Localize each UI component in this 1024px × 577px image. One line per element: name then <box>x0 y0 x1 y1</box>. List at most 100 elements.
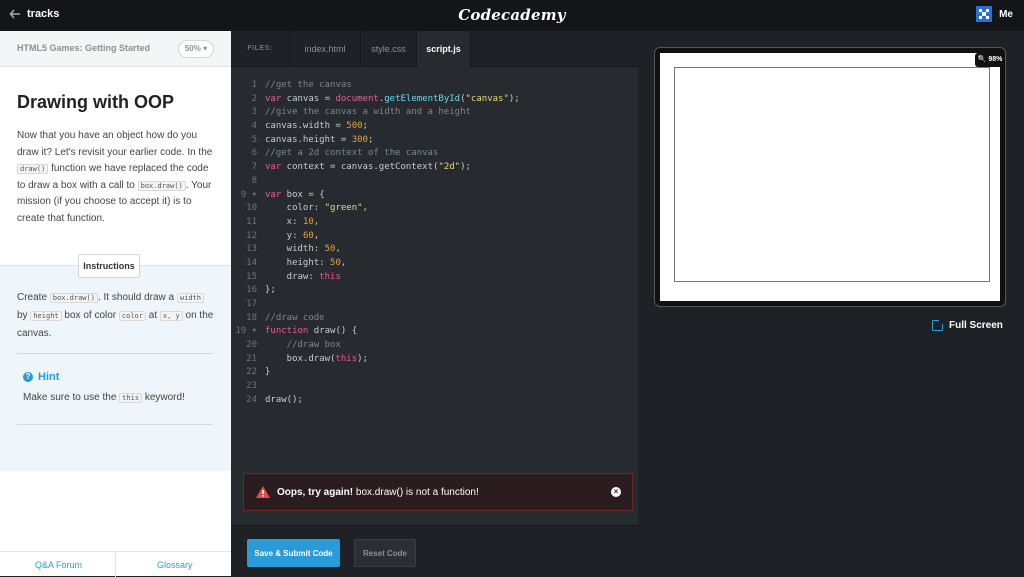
line-number: 23 <box>246 381 257 392</box>
progress-dropdown[interactable]: 50% ▾ <box>178 40 214 58</box>
full-screen-label: Full Screen <box>949 320 1003 331</box>
code-line[interactable]: 5 canvas.height = 300; <box>231 134 638 148</box>
code-text: color: "green", <box>265 203 368 214</box>
hint-text: Make sure to use the this keyword! <box>23 392 185 403</box>
lesson-title: Drawing with OOP <box>17 92 175 112</box>
zoom-badge[interactable]: 🔍 98% <box>975 53 1005 67</box>
tab-index-html[interactable]: index.html <box>290 31 361 67</box>
code-text: function draw() { <box>265 326 358 337</box>
user-menu[interactable]: Me <box>976 6 1013 22</box>
code-line[interactable]: 7 var context = canvas.getContext("2d"); <box>231 161 638 175</box>
close-icon[interactable]: × <box>611 487 621 497</box>
code-text: var canvas = document.getElementById("ca… <box>265 93 520 104</box>
tab-script-js[interactable]: script.js <box>417 31 471 67</box>
warning-icon <box>256 486 270 498</box>
code-text: //draw box <box>265 340 341 351</box>
code-line[interactable]: 21 box.draw(this); <box>231 353 638 367</box>
tab-style-css[interactable]: style.css <box>361 31 417 67</box>
code-line[interactable]: 10 color: "green", <box>231 202 638 216</box>
divider <box>17 353 213 354</box>
line-number: 4 <box>251 121 257 132</box>
code-text: //get a 2d context of the canvas <box>265 148 439 159</box>
code-text: //draw code <box>265 312 325 323</box>
code-line[interactable]: 9 ▾ var box = { <box>231 189 638 203</box>
canvas-area <box>674 67 990 282</box>
line-number: 19 ▾ <box>235 326 257 337</box>
code-editor-panel: FILES: index.html style.css script.js 1 /… <box>231 31 638 576</box>
course-title[interactable]: HTML5 Games: Getting Started <box>17 43 150 53</box>
code-line[interactable]: 1 //get the canvas <box>231 79 638 93</box>
glossary-link[interactable]: Glossary <box>157 560 193 570</box>
code-text: box.draw(this); <box>265 353 368 364</box>
instructions-text: Create box.draw(). It should draw a widt… <box>17 292 214 339</box>
line-number: 8 <box>251 175 257 186</box>
line-number: 13 <box>246 244 257 255</box>
code-line[interactable]: 24 draw(); <box>231 394 638 408</box>
question-icon: ? <box>23 372 33 382</box>
code-text: var context = canvas.getContext("2d"); <box>265 162 471 173</box>
code-line[interactable]: 15 draw: this <box>231 271 638 285</box>
code-line[interactable]: 13 width: 50, <box>231 243 638 257</box>
full-screen-button[interactable]: Full Screen <box>932 319 1003 331</box>
code-text: //get the canvas <box>265 80 352 90</box>
footer-separator <box>115 552 116 577</box>
code-text: height: 50, <box>265 257 347 268</box>
avatar <box>976 6 993 22</box>
code-line[interactable]: 17 <box>231 298 638 312</box>
code-line[interactable]: 14 height: 50, <box>231 257 638 271</box>
code-text: y: 60, <box>265 230 320 241</box>
code-line[interactable]: 23 <box>231 380 638 394</box>
code-text: width: 50, <box>265 244 341 255</box>
code-line[interactable]: 8 <box>231 175 638 189</box>
files-label: FILES: <box>231 31 290 67</box>
code-line[interactable]: 19 ▾ function draw() { <box>231 325 638 339</box>
code-text: canvas.height = 300; <box>265 134 374 145</box>
line-number: 24 <box>246 394 257 405</box>
line-number: 22 <box>246 367 257 378</box>
reset-code-button[interactable]: Reset Code <box>354 539 416 567</box>
line-number: 15 <box>246 271 257 282</box>
code-line[interactable]: 16}; <box>231 284 638 298</box>
preview-panel: 🔍 98% Full Screen <box>638 31 1024 576</box>
line-number: 3 <box>251 107 257 118</box>
line-number: 2 <box>251 93 257 104</box>
code-area[interactable]: 1 //get the canvas 2 var canvas = document.… <box>231 79 638 408</box>
line-number: 5 <box>251 134 257 145</box>
code-line[interactable]: 6 //get a 2d context of the canvas <box>231 147 638 161</box>
line-number: 11 <box>246 216 257 227</box>
code-text: } <box>265 367 271 378</box>
code-line[interactable]: 11 x: 10, <box>231 216 638 230</box>
course-header: HTML5 Games: Getting Started 50% ▾ <box>0 31 231 67</box>
line-number: 18 <box>246 312 257 323</box>
file-tabs: FILES: index.html style.css script.js <box>231 31 638 67</box>
instructions-label: Instructions <box>78 254 140 278</box>
code-draw: draw() <box>17 164 49 174</box>
error-message: Oops, try again! box.draw() is not a fun… <box>277 486 479 498</box>
code-line[interactable]: 20 //draw box <box>231 339 638 353</box>
save-submit-button[interactable]: Save & Submit Code <box>247 539 340 567</box>
line-number: 1 <box>251 80 257 90</box>
code-text: }; <box>265 285 276 296</box>
code-text: draw: this <box>265 271 341 282</box>
editor-actions: Save & Submit Code Reset Code <box>231 525 638 576</box>
code-line[interactable]: 22} <box>231 366 638 380</box>
qa-forum-link[interactable]: Q&A Forum <box>35 560 82 570</box>
codecademy-logo[interactable]: Codecademy <box>0 6 1024 24</box>
error-banner: Oops, try again! box.draw() is not a fun… <box>243 473 633 511</box>
code-box-draw: box.draw() <box>137 180 186 191</box>
line-number: 20 <box>246 340 257 351</box>
code-line[interactable]: 18 //draw code <box>231 312 638 326</box>
hint-toggle[interactable]: ? Hint <box>23 371 59 383</box>
code-line[interactable]: 12 y: 60, <box>231 230 638 244</box>
line-number: 21 <box>246 353 257 364</box>
line-number: 14 <box>246 257 257 268</box>
line-number: 7 <box>251 162 257 173</box>
line-number: 6 <box>251 148 257 159</box>
code-line[interactable]: 4 canvas.width = 500; <box>231 120 638 134</box>
line-number: 12 <box>246 230 257 241</box>
code-text: draw(); <box>265 394 303 405</box>
canvas-preview <box>655 48 1005 306</box>
code-line[interactable]: 3 //give the canvas a width and a height <box>231 106 638 120</box>
code-text: x: 10, <box>265 216 320 227</box>
code-line[interactable]: 2 var canvas = document.getElementById("c… <box>231 93 638 107</box>
